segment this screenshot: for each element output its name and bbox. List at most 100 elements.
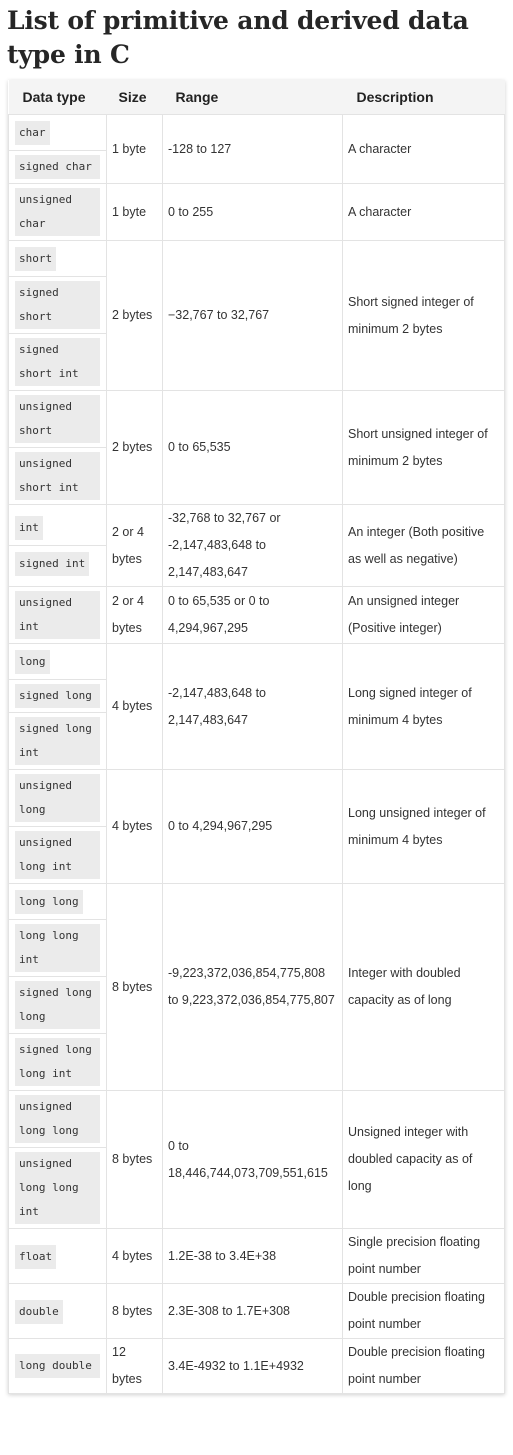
data-type-cell: long long long long int signed long long si…: [8, 883, 107, 1091]
description-cell: A character: [342, 114, 505, 184]
data-type-cell: short signed short signed short int: [8, 240, 107, 391]
range-cell: 0 to 4,294,967,295: [162, 769, 343, 884]
data-type-cell: long double: [8, 1338, 107, 1394]
data-type-keyword: unsigned short int: [15, 452, 100, 500]
data-type-keyword: double: [15, 1299, 63, 1324]
data-type-keyword: unsigned long long: [15, 1095, 100, 1143]
data-type-entry: unsigned short int: [9, 448, 106, 504]
size-cell: 8 bytes: [106, 883, 163, 1091]
data-type-entry: signed char: [9, 151, 106, 183]
description-cell: Integer with doubled capacity as of long: [342, 883, 505, 1091]
table-row: int signed int 2 or 4 bytes -32,768 to 32,7…: [8, 504, 505, 587]
data-type-entry: short: [9, 241, 106, 277]
range-cell: −32,767 to 32,767: [162, 240, 343, 391]
data-type-entry: signed long: [9, 680, 106, 713]
data-type-entry: double: [9, 1294, 106, 1329]
size-cell: 2 or 4 bytes: [106, 586, 163, 644]
data-type-entry: unsigned long long int: [9, 1148, 106, 1228]
data-type-cell: double: [8, 1283, 107, 1339]
description-cell: An unsigned integer (Positive integer): [342, 586, 505, 644]
description-cell: A character: [342, 183, 505, 241]
range-cell: -128 to 127: [162, 114, 343, 184]
data-type-entry: unsigned short: [9, 391, 106, 448]
data-type-entry: signed short: [9, 277, 106, 334]
description-cell: Double precision floating point number: [342, 1283, 505, 1339]
column-header-range: Range: [162, 80, 343, 115]
data-type-entry: float: [9, 1239, 106, 1274]
description-cell: Single precision floating point number: [342, 1228, 505, 1284]
range-cell: 0 to 65,535 or 0 to 4,294,967,295: [162, 586, 343, 644]
data-type-keyword: signed short int: [15, 338, 100, 386]
data-type-entry: unsigned long: [9, 770, 106, 827]
range-cell: 0 to 18,446,744,073,709,551,615: [162, 1090, 343, 1229]
description-cell: Short unsigned integer of minimum 2 byte…: [342, 390, 505, 505]
size-cell: 2 or 4 bytes: [106, 504, 163, 587]
data-type-cell: float: [8, 1228, 107, 1284]
range-cell: 3.4E-4932 to 1.1E+4932: [162, 1338, 343, 1394]
table-header-row: Data type Size Range Description: [8, 80, 505, 115]
data-type-entry: unsigned long int: [9, 827, 106, 883]
data-type-keyword: signed long: [15, 684, 100, 708]
size-cell: 2 bytes: [106, 390, 163, 505]
size-cell: 1 byte: [106, 114, 163, 184]
description-cell: Short signed integer of minimum 2 bytes: [342, 240, 505, 391]
data-type-keyword: long long: [15, 890, 83, 914]
data-type-entry: long long int: [9, 920, 106, 977]
data-type-keyword: unsigned long int: [15, 831, 100, 879]
data-type-keyword: char: [15, 121, 50, 145]
size-cell: 12 bytes: [106, 1338, 163, 1394]
size-cell: 8 bytes: [106, 1283, 163, 1339]
data-type-cell: unsigned long long unsigned long long int: [8, 1090, 107, 1229]
size-cell: 4 bytes: [106, 643, 163, 770]
data-type-entry: signed int: [9, 546, 106, 581]
description-cell: Double precision floating point number: [342, 1338, 505, 1394]
data-type-keyword: signed int: [15, 552, 90, 576]
data-type-keyword: signed char: [15, 155, 100, 179]
size-cell: 4 bytes: [106, 1228, 163, 1284]
data-type-entry: long double: [9, 1350, 106, 1382]
table-row: long double 12 bytes 3.4E-4932 to 1.1E+493…: [8, 1338, 505, 1394]
data-type-cell: long signed long signed long int: [8, 643, 107, 770]
range-cell: 2.3E-308 to 1.7E+308: [162, 1283, 343, 1339]
table-row: double 8 bytes 2.3E-308 to 1.7E+308 Double …: [8, 1283, 505, 1339]
data-type-keyword: unsigned char: [15, 188, 100, 236]
column-header-data-type: Data type: [8, 80, 107, 115]
data-type-cell: unsigned int: [8, 586, 107, 644]
description-cell: Long unsigned integer of minimum 4 bytes: [342, 769, 505, 884]
article: List of primitive and derived data type …: [0, 0, 513, 1394]
data-type-keyword: int: [15, 516, 43, 540]
size-cell: 1 byte: [106, 183, 163, 241]
table-body: char signed char 1 byte -128 to 127 A charac…: [8, 114, 505, 1394]
data-type-keyword: long: [15, 650, 50, 674]
data-type-keyword: unsigned long: [15, 774, 100, 822]
range-cell: -2,147,483,648 to 2,147,483,647: [162, 643, 343, 770]
data-type-keyword: short: [15, 247, 57, 271]
data-type-cell: int signed int: [8, 504, 107, 587]
size-cell: 2 bytes: [106, 240, 163, 391]
data-type-entry: signed long int: [9, 713, 106, 769]
data-type-entry: signed short int: [9, 334, 106, 390]
data-type-cell: unsigned char: [8, 183, 107, 241]
data-type-keyword: signed long int: [15, 717, 100, 765]
data-type-keyword: unsigned int: [15, 591, 100, 639]
data-type-keyword: long double: [15, 1354, 100, 1378]
page-title: List of primitive and derived data type …: [7, 6, 469, 69]
range-cell: 1.2E-38 to 3.4E+38: [162, 1228, 343, 1284]
data-type-keyword: unsigned short: [15, 395, 100, 443]
table-row: char signed char 1 byte -128 to 127 A charac…: [8, 114, 505, 184]
data-type-cell: unsigned long unsigned long int: [8, 769, 107, 884]
size-cell: 8 bytes: [106, 1090, 163, 1229]
size-cell: 4 bytes: [106, 769, 163, 884]
table-row: unsigned long unsigned long int 4 bytes 0 t…: [8, 769, 505, 884]
data-type-keyword: unsigned long long int: [15, 1152, 100, 1224]
data-type-keyword: signed short: [15, 281, 100, 329]
column-header-size: Size: [106, 80, 163, 115]
table-row: unsigned int 2 or 4 bytes 0 to 65,535 or 0…: [8, 586, 505, 644]
data-types-table: Data type Size Range Description char sig…: [8, 80, 505, 1394]
data-type-entry: char: [9, 115, 106, 151]
data-type-entry: long: [9, 644, 106, 680]
range-cell: 0 to 255: [162, 183, 343, 241]
data-type-entry: unsigned int: [9, 587, 106, 643]
data-type-keyword: signed long long int: [15, 1038, 100, 1086]
table-row: long long long long int signed long long si…: [8, 883, 505, 1091]
